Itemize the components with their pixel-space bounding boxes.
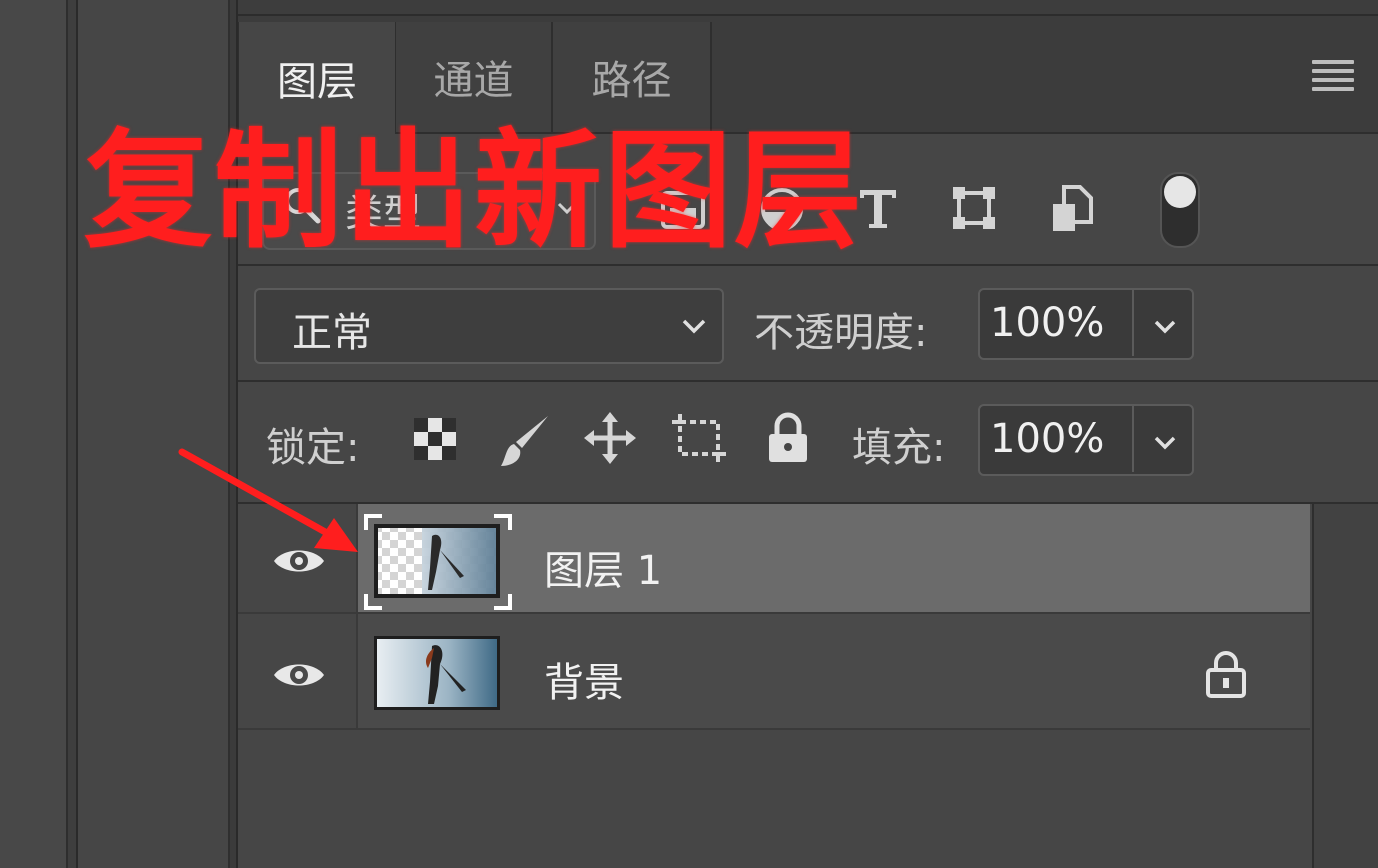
annotation-text: 复制出新图层 — [84, 117, 865, 266]
layer-thumbnail — [374, 524, 500, 598]
field-separator — [1132, 406, 1134, 472]
fill-label: 填充: — [852, 425, 946, 471]
eye-icon[interactable] — [272, 658, 326, 692]
lock-image-pixels-icon[interactable] — [498, 412, 554, 470]
layer-name[interactable]: 图层 1 — [544, 538, 662, 596]
lock-icon — [1206, 651, 1246, 698]
tab-paths[interactable]: 路径 — [553, 22, 712, 132]
lock-position-icon[interactable] — [584, 412, 636, 464]
chevron-down-icon — [682, 319, 706, 334]
field-separator — [1132, 290, 1134, 356]
left-toolbar-strip — [0, 0, 68, 868]
shape-filter-icon[interactable] — [950, 184, 998, 232]
smart-object-filter-icon[interactable] — [1050, 184, 1094, 234]
layer-name[interactable]: 背景 — [544, 650, 624, 708]
chevron-down-icon[interactable] — [1152, 432, 1178, 454]
lock-artboard-icon[interactable] — [670, 412, 728, 464]
opacity-label: 不透明度: — [754, 310, 928, 356]
lock-transparent-pixels-icon[interactable] — [412, 416, 458, 462]
panel-top-edge — [238, 0, 1378, 16]
panel-menu-icon[interactable] — [1312, 60, 1354, 91]
blend-mode-value: 正常 — [292, 310, 372, 356]
toggle-knob — [1164, 176, 1196, 208]
filter-toggle[interactable] — [1160, 172, 1200, 248]
opacity-value[interactable]: 100% — [990, 300, 1104, 346]
panel-divider — [68, 0, 78, 868]
tab-channels[interactable]: 通道 — [396, 22, 553, 132]
annotation-arrow-icon — [178, 448, 358, 552]
layers-scrollbar-track[interactable] — [1312, 504, 1378, 868]
layer-thumbnail — [374, 636, 500, 710]
chevron-down-icon[interactable] — [1152, 316, 1178, 338]
lock-all-icon[interactable] — [766, 412, 810, 464]
fill-value[interactable]: 100% — [990, 416, 1104, 462]
